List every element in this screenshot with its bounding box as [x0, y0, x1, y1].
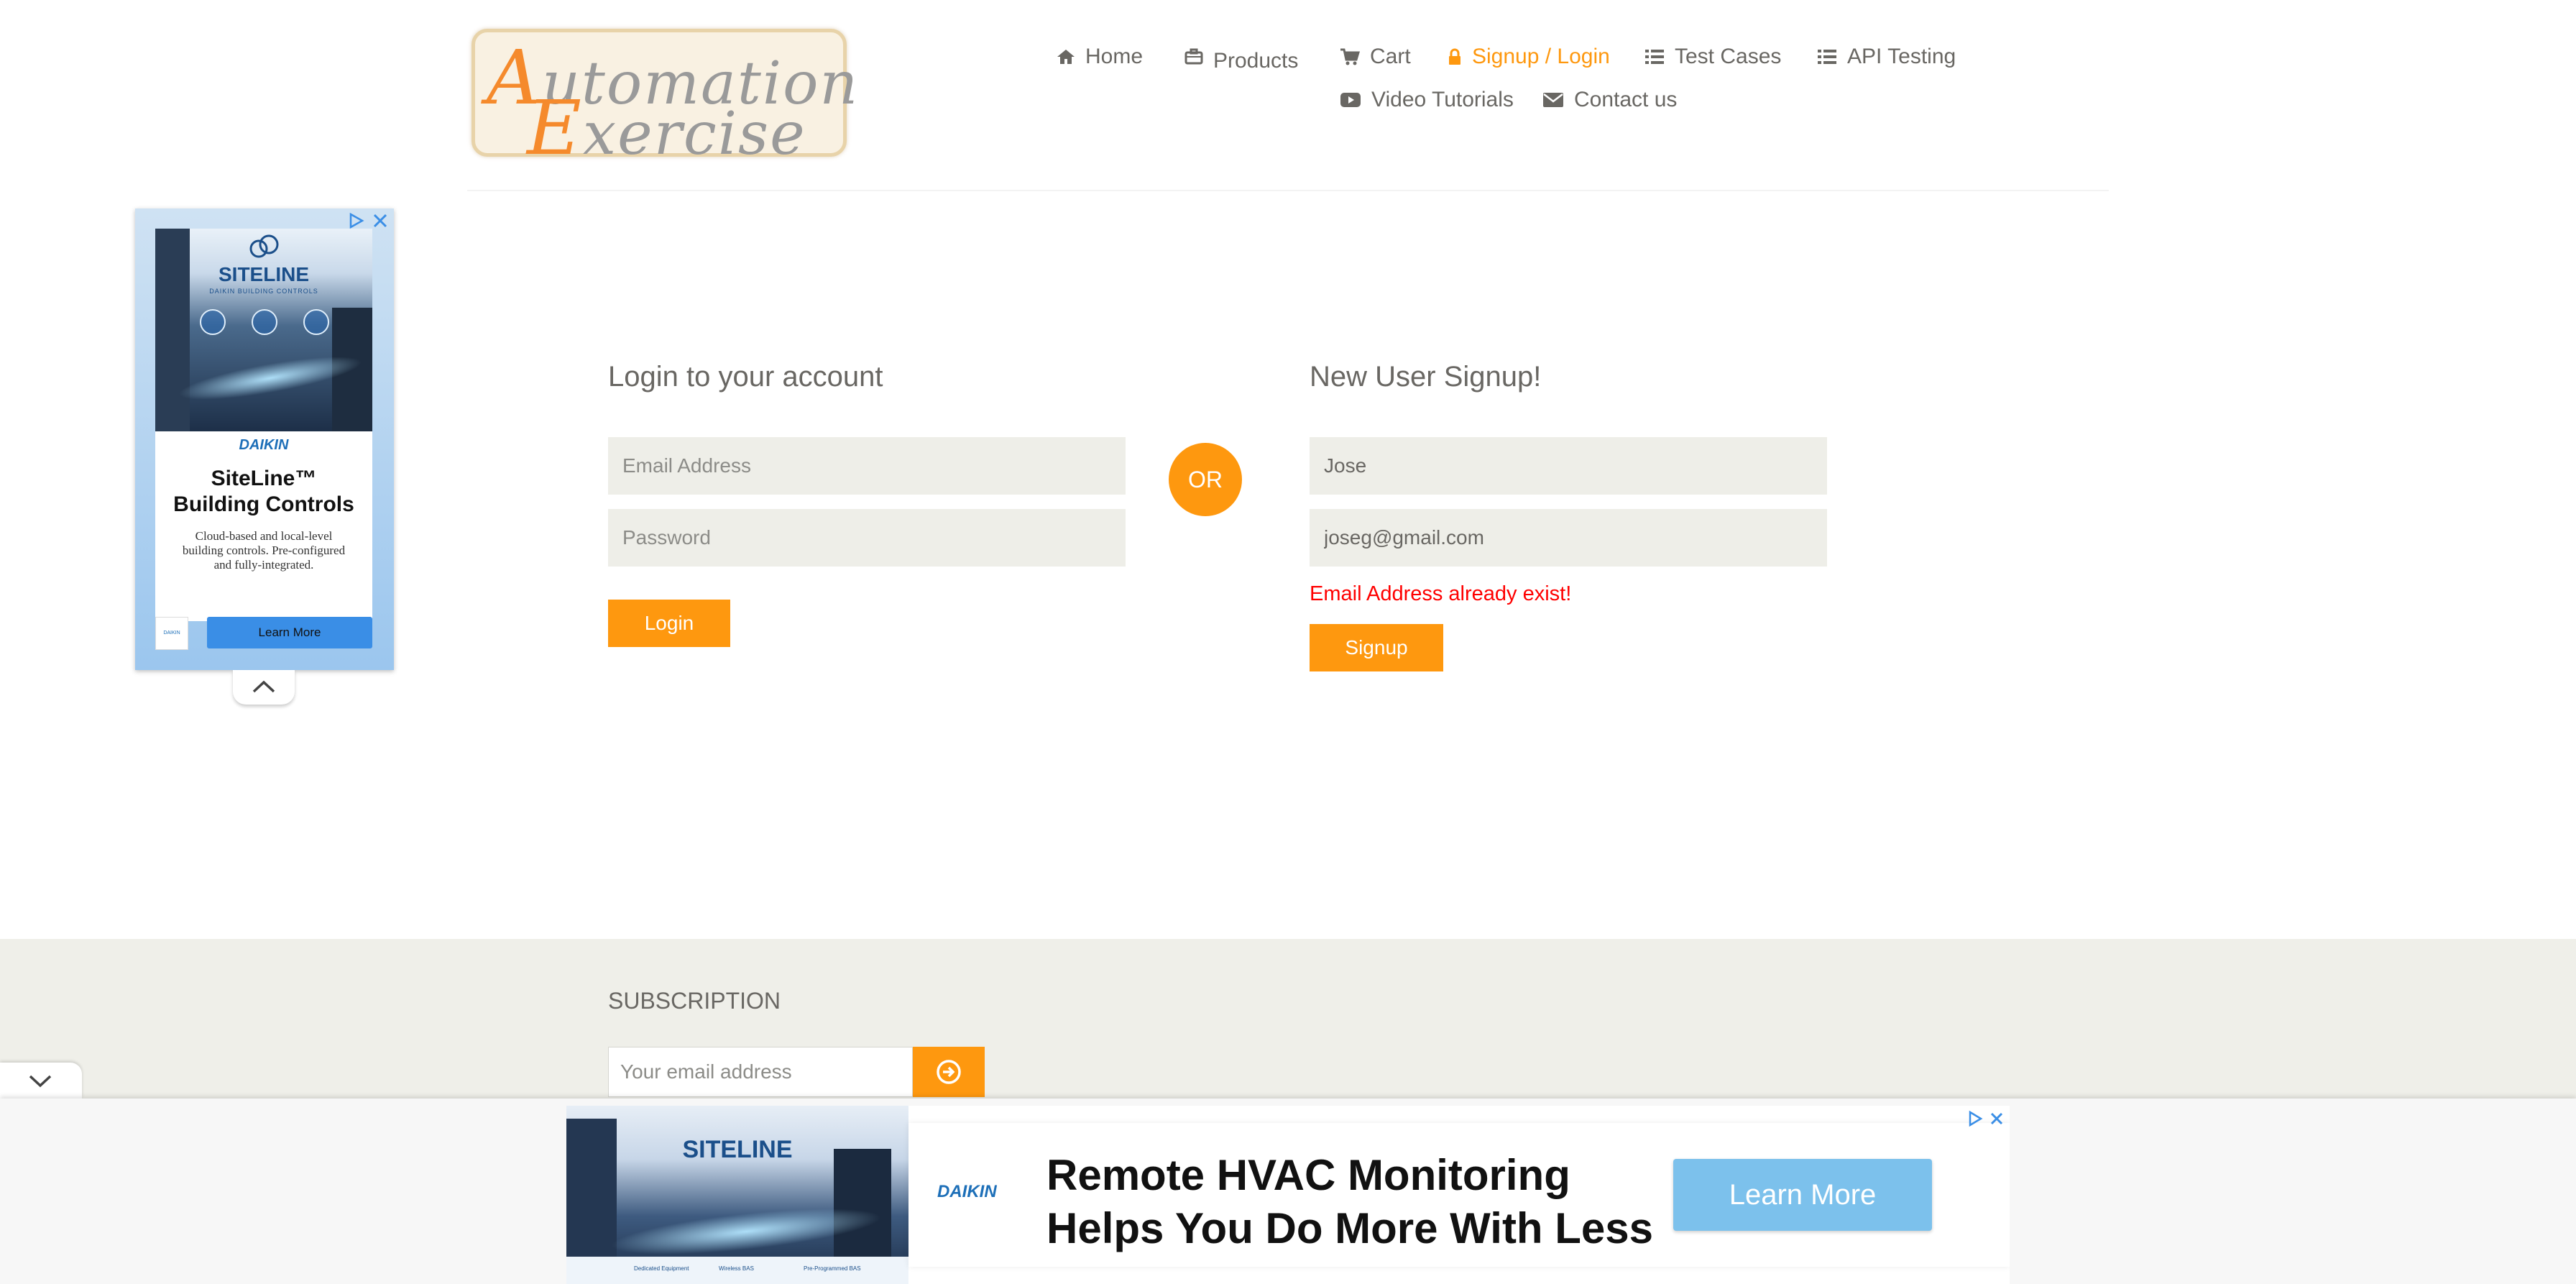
ad-headline: SiteLine™ Building Controls [155, 466, 372, 518]
ad-company-logo: DAIKIN [239, 437, 289, 453]
nav-test-cases[interactable]: Test Cases [1644, 45, 1781, 69]
subscription-title: SUBSCRIPTION [608, 988, 781, 1014]
ad-learn-more-button[interactable]: Learn More [1673, 1159, 1932, 1231]
chevron-up-icon [252, 680, 275, 693]
ad-headline-line-2: Helps You Do More With Less [1046, 1204, 1654, 1252]
nav-cart-label: Cart [1370, 45, 1411, 68]
nav-home[interactable]: Home [1057, 45, 1143, 69]
bottom-ad-toggle[interactable] [0, 1063, 82, 1099]
wifi-icon [303, 309, 329, 335]
chevron-down-icon [29, 1075, 52, 1088]
signup-error-message: Email Address already exist! [1310, 582, 1572, 605]
login-password-input[interactable] [608, 509, 1126, 567]
login-button[interactable]: Login [608, 600, 730, 647]
nav-products-label: Products [1213, 49, 1299, 73]
briefcase-icon [1184, 48, 1203, 65]
ad-mini-logo: DAIKIN [155, 617, 188, 650]
ad-brand-sub: DAIKIN BUILDING CONTROLS [209, 288, 318, 295]
nav-home-label: Home [1085, 45, 1144, 68]
ad-feature: Pre-Programmed BAS [804, 1265, 861, 1272]
arrow-circle-right-icon [937, 1060, 961, 1084]
home-icon [1057, 50, 1075, 64]
adchoices-icon[interactable] [1966, 1110, 1984, 1127]
nav-api-testing[interactable]: API Testing [1817, 45, 1956, 69]
list-icon [1818, 50, 1836, 64]
list-icon [1645, 50, 1664, 64]
close-icon[interactable] [371, 211, 390, 230]
lock-icon [1449, 48, 1460, 65]
ad-company-logo: DAIKIN [937, 1182, 997, 1201]
nav-products[interactable]: Products [1184, 45, 1298, 73]
nav-contact-us[interactable]: Contact us [1542, 88, 1677, 112]
login-title: Login to your account [608, 361, 883, 393]
nav-api-testing-label: API Testing [1847, 45, 1956, 68]
nav-signup-login-label: Signup / Login [1472, 45, 1610, 68]
youtube-icon [1340, 93, 1361, 107]
nav-contact-us-label: Contact us [1574, 88, 1678, 111]
side-advertisement[interactable]: SITELINE DAIKIN BUILDING CONTROLS DAIKIN… [135, 208, 394, 670]
site-logo[interactable]: Automation Exercise [472, 29, 857, 172]
or-divider: OR [1169, 443, 1242, 516]
subscribe-button[interactable] [913, 1047, 985, 1097]
subscription-email-input[interactable] [608, 1047, 913, 1097]
header-divider [467, 190, 2109, 191]
signup-button[interactable]: Signup [1310, 624, 1443, 671]
ad-headline-line-1: SiteLine™ [211, 467, 317, 490]
ad-feature: Wireless BAS [719, 1265, 754, 1272]
close-icon[interactable] [1988, 1110, 2005, 1127]
signup-email-input[interactable] [1310, 509, 1827, 567]
login-email-input[interactable] [608, 437, 1126, 495]
nav-test-cases-label: Test Cases [1675, 45, 1782, 68]
ad-city-photo: SITELINE Dedicated Equipment Wireless BA… [566, 1106, 908, 1284]
signup-title: New User Signup! [1310, 361, 1542, 393]
adchoices-icon[interactable] [346, 211, 365, 230]
cloud-icon [249, 234, 279, 258]
ad-feature: Dedicated Equipment [634, 1265, 689, 1272]
ad-headline-line-2: Building Controls [173, 492, 354, 516]
ad-learn-more-button[interactable]: Learn More [207, 617, 372, 648]
ad-city-photo: SITELINE DAIKIN BUILDING CONTROLS [155, 229, 372, 431]
envelope-icon [1543, 93, 1563, 107]
ad-brand: SITELINE [218, 263, 309, 285]
ad-feature-strip: Dedicated Equipment Wireless BAS Pre-Pro… [566, 1257, 908, 1284]
ad-collapse-toggle[interactable] [233, 670, 295, 705]
ad-card: SITELINE DAIKIN BUILDING CONTROLS DAIKIN… [155, 229, 372, 621]
nav-cart[interactable]: Cart [1340, 45, 1411, 69]
ad-body-text: Cloud-based and local-level building con… [182, 529, 346, 572]
cart-icon [1340, 48, 1360, 65]
nav-signup-login[interactable]: Signup / Login [1448, 45, 1610, 69]
signup-name-input[interactable] [1310, 437, 1827, 495]
logo-text-line-2: Exercise [527, 84, 806, 172]
nav-video-tutorials-label: Video Tutorials [1371, 88, 1514, 111]
ad-headline: Remote HVAC Monitoring Helps You Do More… [1046, 1149, 1653, 1255]
bottom-advertisement[interactable]: SITELINE Dedicated Equipment Wireless BA… [566, 1106, 2010, 1284]
ad-copy-panel: DAIKIN Remote HVAC Monitoring Helps You … [908, 1123, 2010, 1267]
feature-icon [200, 309, 226, 335]
feature-icon [252, 309, 277, 335]
ad-brand: SITELINE [682, 1136, 793, 1163]
nav-video-tutorials[interactable]: Video Tutorials [1340, 88, 1514, 112]
ad-headline-line-1: Remote HVAC Monitoring [1046, 1151, 1570, 1199]
